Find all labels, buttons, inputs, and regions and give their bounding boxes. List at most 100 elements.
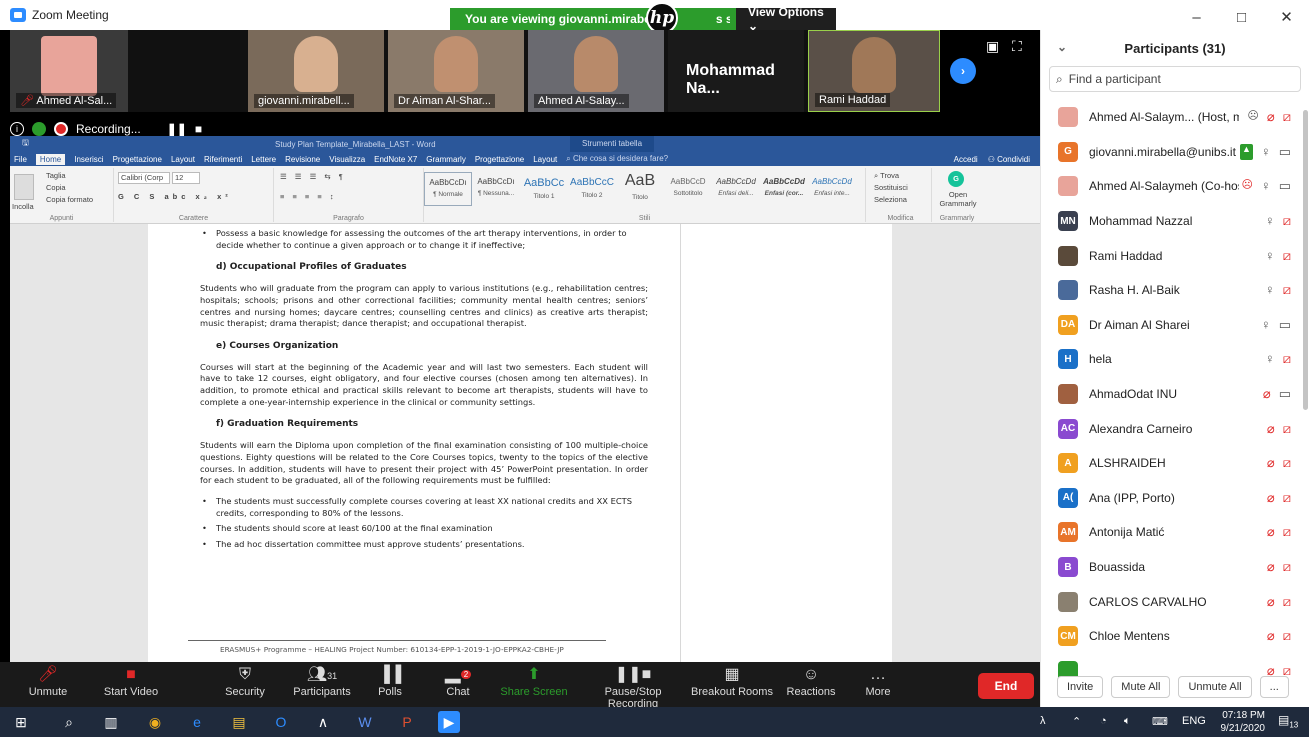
tab-riferimenti[interactable]: Riferimenti <box>204 155 242 164</box>
tab-progettazione[interactable]: Progettazione <box>113 155 162 164</box>
tab-visualizza[interactable]: Visualizza <box>329 155 365 164</box>
font-name-select[interactable]: Calibri (Corp <box>118 172 170 184</box>
style-emphasis[interactable]: AaBbCcDd Enfasi (cor... <box>760 172 808 206</box>
video-tile-active-speaker[interactable]: Rami Haddad <box>808 30 940 112</box>
mic-off-icon[interactable]: ⌀ <box>1267 594 1275 610</box>
tab-file[interactable]: File <box>14 155 27 164</box>
tab-home[interactable]: Home <box>35 153 66 165</box>
tab-table-design[interactable]: Progettazione <box>475 155 524 164</box>
word-icon[interactable]: W <box>354 711 376 733</box>
keyboard-icon[interactable]: ⌨ <box>1152 715 1168 728</box>
video-tile[interactable]: Dr Aiman Al-Shar... <box>388 30 524 112</box>
mic-icon[interactable]: ♀ <box>1265 248 1275 264</box>
replace-button[interactable]: Sostituisci <box>874 183 908 192</box>
style-heading2[interactable]: AaBbCcC Titolo 2 <box>568 172 616 206</box>
start-video-button[interactable]: ■ Start Video <box>96 664 166 698</box>
style-no-spacing[interactable]: AaBbCcDı ¶ Nessuna... <box>472 172 520 206</box>
more-button[interactable]: … More <box>856 664 900 698</box>
powerpoint-icon[interactable]: P <box>396 711 418 733</box>
participant-row[interactable]: AM Antonija Matić ⌀ ⧄ <box>1041 515 1301 550</box>
participant-row[interactable]: CARLOS CARVALHO ⌀ ⧄ <box>1041 584 1301 619</box>
font-format-buttons[interactable]: G C S abc x₂ x² <box>118 192 232 201</box>
participant-row[interactable]: DA Dr Aiman Al Sharei ♀ ▭ <box>1041 308 1301 343</box>
tab-endnote[interactable]: EndNote X7 <box>374 155 417 164</box>
share-link[interactable]: ⚇ Condividi <box>988 155 1030 164</box>
style-subtitle[interactable]: AaBbCcD Sottotitolo <box>664 172 712 206</box>
video-tile[interactable]: Ahmed Al-Salay... <box>528 30 664 112</box>
participant-row[interactable]: A ALSHRAIDEH ⌀ ⧄ <box>1041 446 1301 481</box>
mic-off-icon[interactable]: ⌀ <box>1267 524 1275 540</box>
mic-off-icon[interactable]: ⌀ <box>1267 109 1275 125</box>
mic-icon[interactable]: ♀ <box>1261 317 1271 333</box>
mic-off-icon[interactable]: ⌀ <box>1263 386 1271 402</box>
tab-layout[interactable]: Layout <box>171 155 195 164</box>
mic-off-icon[interactable]: ⌀ <box>1267 628 1275 644</box>
volume-muted-icon[interactable]: 🔈︎ <box>1124 715 1131 728</box>
gallery-view-icon[interactable]: ▣ <box>986 38 999 55</box>
video-tile[interactable]: 🎤︎ Ahmed Al-Sal... <box>10 30 128 112</box>
tab-revisione[interactable]: Revisione <box>285 155 320 164</box>
tray-chevron-icon[interactable]: ⌃ <box>1072 715 1081 728</box>
participant-row[interactable]: Hhela ♀ ⧄ <box>1041 342 1301 377</box>
find-button[interactable]: ⌕ Trova <box>874 171 899 181</box>
mic-off-icon[interactable]: ⌀ <box>1267 421 1275 437</box>
participant-row[interactable]: Rasha H. Al-Baik ♀ ⧄ <box>1041 273 1301 308</box>
pause-stop-recording-button[interactable]: ❚❚■ Pause/Stop Recording <box>578 664 688 710</box>
tell-me-search[interactable]: ⌕ Che cosa si desidera fare? <box>566 154 668 164</box>
grammarly-icon[interactable]: G <box>948 171 964 187</box>
cut-button[interactable]: Taglia <box>46 171 66 180</box>
paste-icon[interactable] <box>14 174 34 200</box>
acrobat-icon[interactable]: ∧ <box>312 711 334 733</box>
file-explorer-icon[interactable]: ▤ <box>228 711 250 733</box>
chrome-icon[interactable]: ◉ <box>144 711 166 733</box>
participant-row[interactable]: Ahmed Al-Salaymeh (Co-host) ☹ ♀ ▭ <box>1041 169 1301 204</box>
unmute-button[interactable]: 🎤︎ Unmute <box>20 664 76 698</box>
reactions-button[interactable]: ☺ Reactions <box>784 664 838 698</box>
style-intense-emphasis[interactable]: AaBbCcDd Enfasi inte... <box>808 172 856 206</box>
shield-icon[interactable] <box>32 122 46 136</box>
view-options-button[interactable]: View Options ⌄ <box>736 5 836 33</box>
copy-button[interactable]: Copia <box>46 183 66 192</box>
panel-scrollbar[interactable] <box>1303 110 1308 410</box>
participant-row[interactable]: Ggiovanni.mirabella@unibs.it ▲ ♀ ▭ <box>1041 135 1301 170</box>
breakout-rooms-button[interactable]: ▦ Breakout Rooms <box>690 664 774 698</box>
tab-table-layout[interactable]: Layout <box>533 155 557 164</box>
language-indicator[interactable]: ENG <box>1182 715 1206 727</box>
fullscreen-icon[interactable]: ⛶ <box>1012 38 1022 55</box>
participant-row[interactable]: A(Ana (IPP, Porto) ⌀ ⧄ <box>1041 481 1301 516</box>
network-icon[interactable]: ◔ <box>1100 715 1107 727</box>
task-view-icon[interactable]: ▥ <box>100 711 122 733</box>
select-button[interactable]: Seleziona <box>874 195 907 204</box>
participant-row[interactable]: AhmadOdat INU ⌀ ▭ <box>1041 377 1301 412</box>
style-subtle-emphasis[interactable]: AaBbCcDd Enfasi deli... <box>712 172 760 206</box>
security-button[interactable]: ⛨ Security <box>218 664 272 698</box>
outlook-icon[interactable]: O <box>270 711 292 733</box>
mic-icon[interactable]: ♀ <box>1265 282 1275 298</box>
next-page-arrow-icon[interactable]: › <box>950 58 976 84</box>
participant-row[interactable]: Ahmed Al-Salaym... (Host, me) ☹ ⌀ ⧄ <box>1041 100 1301 135</box>
video-tile[interactable]: Mohammad Na... <box>668 30 804 112</box>
open-grammarly-button[interactable]: Open Grammarly <box>936 190 980 208</box>
info-icon[interactable]: i <box>10 122 24 136</box>
mute-all-button[interactable]: Mute All <box>1111 676 1171 698</box>
document-page[interactable]: Possess a basic knowledge for assessing … <box>148 224 766 664</box>
participant-search-input[interactable]: ⌕ Find a participant <box>1049 66 1301 92</box>
participant-row[interactable]: AC Alexandra Carneiro ⌀ ⧄ <box>1041 411 1301 446</box>
video-tile[interactable]: giovanni.mirabell... <box>248 30 384 112</box>
tab-inserisci[interactable]: Inserisci <box>74 155 103 164</box>
save-icon[interactable]: 🖫︎ <box>22 137 29 151</box>
format-painter-button[interactable]: Copia formato <box>46 195 93 204</box>
font-size-select[interactable]: 12 <box>172 172 200 184</box>
mic-icon[interactable]: ♀ <box>1261 144 1271 160</box>
mic-icon[interactable]: ♀ <box>1261 178 1271 194</box>
list-buttons[interactable]: ☰ ☰ ☰ ⇆ ¶ <box>280 172 346 181</box>
tab-lettere[interactable]: Lettere <box>251 155 276 164</box>
taskbar-clock[interactable]: 07:18 PM 9/21/2020 <box>1215 709 1266 735</box>
paste-button[interactable]: Incolla <box>12 202 34 211</box>
edge-icon[interactable]: e <box>186 711 208 733</box>
participant-row[interactable]: MN Mohammad Nazzal ♀ ⧄ <box>1041 204 1301 239</box>
sign-in-link[interactable]: Accedi <box>954 155 978 164</box>
style-heading1[interactable]: AaBbCc Titolo 1 <box>520 172 568 206</box>
participants-button[interactable]: 👥︎31 Participants <box>284 664 360 698</box>
pause-recording-icon[interactable]: ❚❚ <box>167 122 187 136</box>
